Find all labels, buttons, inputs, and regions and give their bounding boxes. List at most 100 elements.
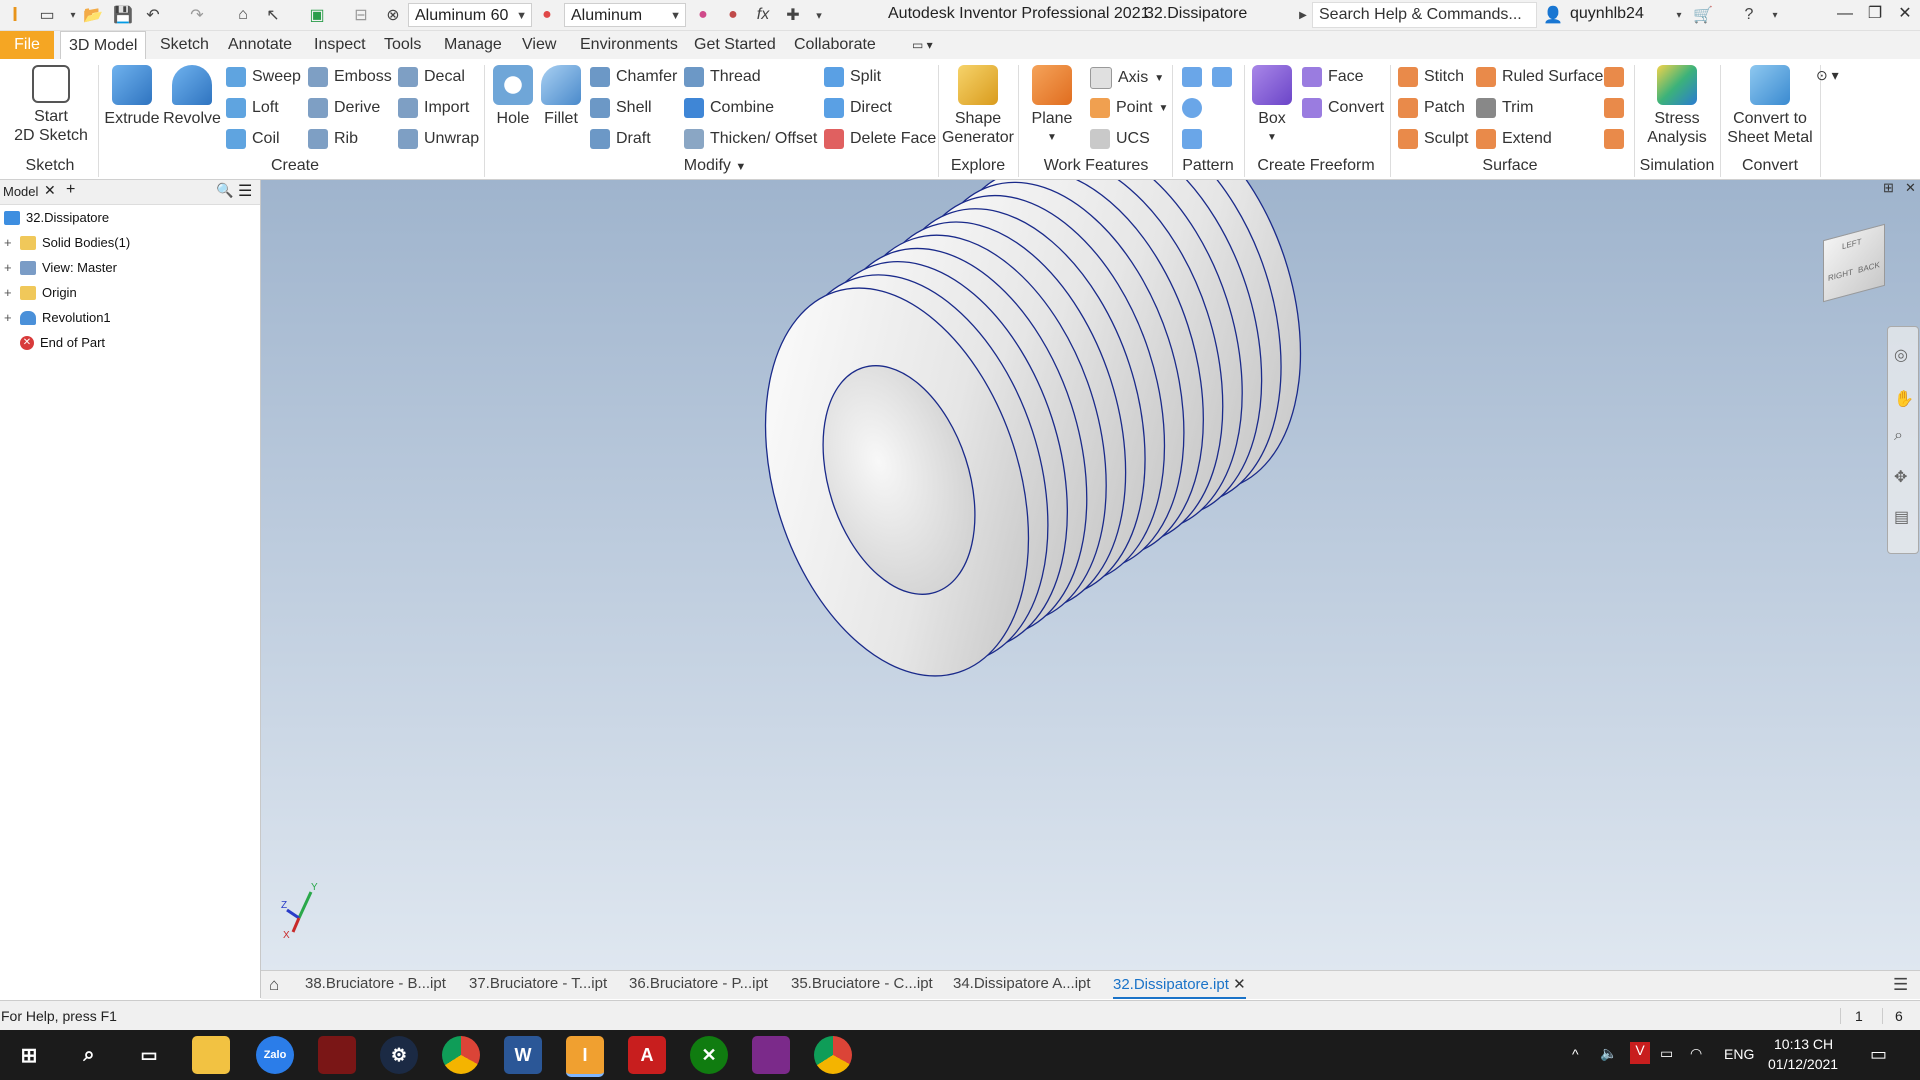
inventor-logo-icon[interactable]: I [4, 4, 26, 26]
split-button[interactable]: Split [824, 67, 881, 87]
tab-view[interactable]: View [514, 31, 564, 59]
save-icon[interactable]: 💾 [112, 4, 134, 26]
rib-button[interactable]: Rib [308, 129, 358, 149]
thread-button[interactable]: Thread [684, 67, 761, 87]
pan-icon[interactable]: ✋ [1894, 389, 1914, 409]
task-view-icon[interactable]: ▭ [130, 1036, 168, 1074]
close-icon[interactable]: ✕ [44, 182, 56, 199]
draft-button[interactable]: Draft [590, 129, 651, 149]
doc-tab[interactable]: 35.Bruciatore - C...ipt [791, 975, 933, 992]
antivirus-icon[interactable]: V [1630, 1042, 1650, 1064]
graphics-viewport[interactable]: LEFT RIGHT BACK ◎ ✋ ⌕ ✥ ▤ ⊞ ✕ Y Z X [261, 180, 1920, 970]
new-file-icon[interactable]: ▭ [36, 4, 58, 26]
tab-manage[interactable]: Manage [436, 31, 510, 59]
customize-dropdown-icon[interactable]: ▾ [808, 4, 830, 26]
select-icon[interactable]: ↖ [262, 4, 284, 26]
file-explorer-icon[interactable] [192, 1036, 230, 1074]
expand-icon[interactable]: + [4, 261, 14, 274]
add-icon[interactable]: ✚ [782, 4, 804, 26]
derive-button[interactable]: Derive [308, 98, 380, 118]
tab-3d-model[interactable]: 3D Model [60, 31, 147, 61]
zoom-icon[interactable]: ⌕ [1894, 427, 1903, 445]
model-canvas[interactable] [261, 180, 1920, 970]
revolve-button[interactable]: Revolve [162, 65, 222, 128]
autocad-icon[interactable]: A [628, 1036, 666, 1074]
tab-inspect[interactable]: Inspect [306, 31, 374, 59]
appearance-dropdown[interactable]: Aluminum ▼ [564, 3, 686, 27]
close-button[interactable]: ✕ [1890, 0, 1920, 30]
update-icon[interactable]: ▣ [306, 4, 328, 26]
shell-button[interactable]: Shell [590, 98, 652, 118]
tab-sketch[interactable]: Sketch [152, 31, 217, 59]
orbit-icon[interactable]: ✥ [1894, 467, 1907, 487]
loft-button[interactable]: Loft [226, 98, 279, 118]
open-folder-icon[interactable]: 📂 [82, 4, 104, 26]
steering-wheel-icon[interactable]: ◎ [1894, 345, 1908, 365]
redo-icon[interactable]: ↷ [186, 4, 208, 26]
chrome-profile-icon[interactable] [814, 1036, 852, 1074]
hole-button[interactable]: Hole [490, 65, 536, 128]
doc-tab[interactable]: 38.Bruciatore - B...ipt [305, 975, 446, 992]
box-button[interactable]: Box ▼ [1246, 65, 1298, 147]
word-icon[interactable]: W [504, 1036, 542, 1074]
surface-tool-2-button[interactable] [1604, 98, 1624, 118]
trim-button[interactable]: Trim [1476, 98, 1533, 118]
wifi-icon[interactable]: ◠ [1690, 1045, 1702, 1062]
ucs-button[interactable]: UCS [1090, 129, 1150, 149]
direct-button[interactable]: Direct [824, 98, 892, 118]
new-dropdown-icon[interactable]: ▾ [62, 4, 84, 26]
adjust-appearance-icon[interactable]: ● [722, 4, 744, 26]
help-icon[interactable]: ? [1738, 4, 1760, 26]
search-icon[interactable]: 🔍 [216, 182, 233, 199]
language-indicator[interactable]: ENG [1724, 1046, 1754, 1062]
tree-item-view-master[interactable]: + View: Master [4, 260, 117, 275]
shape-generator-button[interactable]: Shape Generator [940, 65, 1016, 147]
tab-get-started[interactable]: Get Started [686, 31, 784, 59]
sketch-pattern-button[interactable] [1182, 129, 1202, 149]
stress-analysis-button[interactable]: Stress Analysis [1636, 65, 1718, 147]
doc-tab[interactable]: 37.Bruciatore - T...ipt [469, 975, 607, 992]
doc-tab[interactable]: 34.Dissipatore A...ipt [953, 975, 1091, 992]
chevron-right-icon[interactable]: ▶ [1292, 4, 1314, 26]
battery-icon[interactable]: ▭ [1660, 1045, 1673, 1062]
unwrap-button[interactable]: Unwrap [398, 129, 479, 149]
user-icon[interactable]: 👤 [1542, 4, 1564, 26]
measure-icon[interactable]: ⊟ [350, 4, 372, 26]
user-dropdown-icon[interactable]: ▾ [1668, 4, 1690, 26]
search-icon[interactable]: ⌕ [70, 1036, 108, 1074]
fillet-button[interactable]: Fillet [538, 65, 584, 128]
doc-tab[interactable]: 36.Bruciatore - P...ipt [629, 975, 768, 992]
stitch-button[interactable]: Stitch [1398, 67, 1464, 87]
tab-file[interactable]: File [0, 31, 54, 59]
import-button[interactable]: Import [398, 98, 469, 118]
tree-item-origin[interactable]: + Origin [4, 285, 77, 300]
tree-item-end-of-part[interactable]: ✕ End of Part [20, 335, 105, 350]
menu-icon[interactable]: ☰ [238, 181, 252, 201]
mirror-button[interactable] [1212, 67, 1232, 87]
heatsink-model[interactable] [719, 180, 1347, 710]
volume-icon[interactable]: 🔈 [1600, 1045, 1617, 1062]
maximize-view-icon[interactable]: ⊞ [1883, 180, 1894, 196]
cart-icon[interactable]: 🛒 [1692, 4, 1714, 26]
face-button[interactable]: Face [1302, 67, 1364, 87]
parameters-icon[interactable]: fx [752, 4, 774, 26]
circular-pattern-button[interactable] [1182, 98, 1202, 118]
doc-tab-active[interactable]: 32.Dissipatore.ipt ✕ [1113, 975, 1246, 999]
material-dropdown[interactable]: Aluminum 60 ▼ [408, 3, 532, 27]
inventor-taskbar-icon[interactable]: I [566, 1036, 604, 1077]
plane-button[interactable]: Plane ▼ [1026, 65, 1078, 147]
convert-button[interactable]: Convert [1302, 98, 1384, 118]
chrome-icon[interactable] [442, 1036, 480, 1074]
tree-item-part[interactable]: 32.Dissipatore [4, 210, 109, 225]
tray-overflow-icon[interactable]: ^ [1572, 1046, 1579, 1062]
close-icon[interactable]: ✕ [1233, 976, 1246, 993]
menu-icon[interactable]: ☰ [1893, 975, 1908, 995]
ribbon-display-options-icon[interactable]: ▭ ▾ [904, 31, 941, 59]
extrude-button[interactable]: Extrude [104, 65, 160, 128]
surface-tool-1-button[interactable] [1604, 67, 1624, 87]
pdf-app-icon[interactable] [752, 1036, 790, 1074]
tree-item-revolution1[interactable]: + Revolution1 [4, 310, 111, 325]
panel-label-modify[interactable]: Modify ▼ [660, 157, 770, 175]
point-button[interactable]: Point ▼ [1090, 98, 1168, 118]
axis-button[interactable]: Axis ▼ [1090, 67, 1164, 89]
